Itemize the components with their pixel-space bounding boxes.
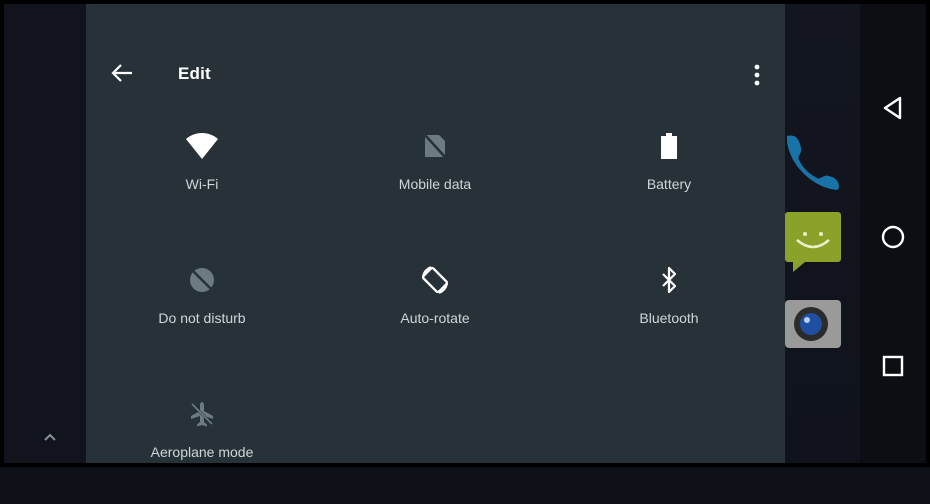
more-vert-icon[interactable] (747, 60, 767, 90)
tile-label: Bluetooth (639, 310, 699, 326)
tile-label: Auto-rotate (400, 310, 470, 326)
tile-bluetooth[interactable]: Bluetooth (553, 260, 785, 370)
arrow-back-icon[interactable] (108, 59, 136, 87)
tile-battery[interactable]: Battery (553, 126, 785, 236)
home-app-icons (785, 4, 855, 463)
chevron-up-icon[interactable] (38, 425, 62, 449)
tile-airplane-mode[interactable]: Aeroplane mode (86, 394, 318, 504)
quick-settings-edit-panel: Edit Wi-Fi Mobile data Battery Do not di… (86, 4, 785, 463)
home-left-strip (4, 4, 86, 463)
tile-auto-rotate[interactable]: Auto-rotate (319, 260, 551, 370)
back-icon[interactable] (877, 92, 909, 124)
page-title: Edit (178, 64, 211, 83)
battery-icon (649, 126, 689, 166)
bluetooth-icon (649, 260, 689, 300)
mobile-data-off-icon (415, 126, 455, 166)
tile-label: Battery (646, 176, 692, 192)
tile-label: Mobile data (398, 176, 472, 192)
recents-icon[interactable] (877, 350, 909, 382)
wifi-icon (182, 126, 222, 166)
auto-rotate-icon (415, 260, 455, 300)
home-icon[interactable] (877, 221, 909, 253)
messaging-app-icon[interactable] (785, 210, 843, 276)
tile-label: Aeroplane mode (150, 444, 254, 460)
airplane-mode-off-icon (182, 394, 222, 434)
tile-label: Do not disturb (158, 310, 246, 326)
tile-mobile-data[interactable]: Mobile data (319, 126, 551, 236)
camera-app-icon[interactable] (785, 298, 843, 350)
tile-label: Wi-Fi (185, 176, 219, 192)
phone-app-icon[interactable] (785, 130, 841, 190)
tile-do-not-disturb[interactable]: Do not disturb (86, 260, 318, 370)
do-not-disturb-icon (182, 260, 222, 300)
navigation-bar (860, 4, 926, 463)
tile-wifi[interactable]: Wi-Fi (86, 126, 318, 236)
